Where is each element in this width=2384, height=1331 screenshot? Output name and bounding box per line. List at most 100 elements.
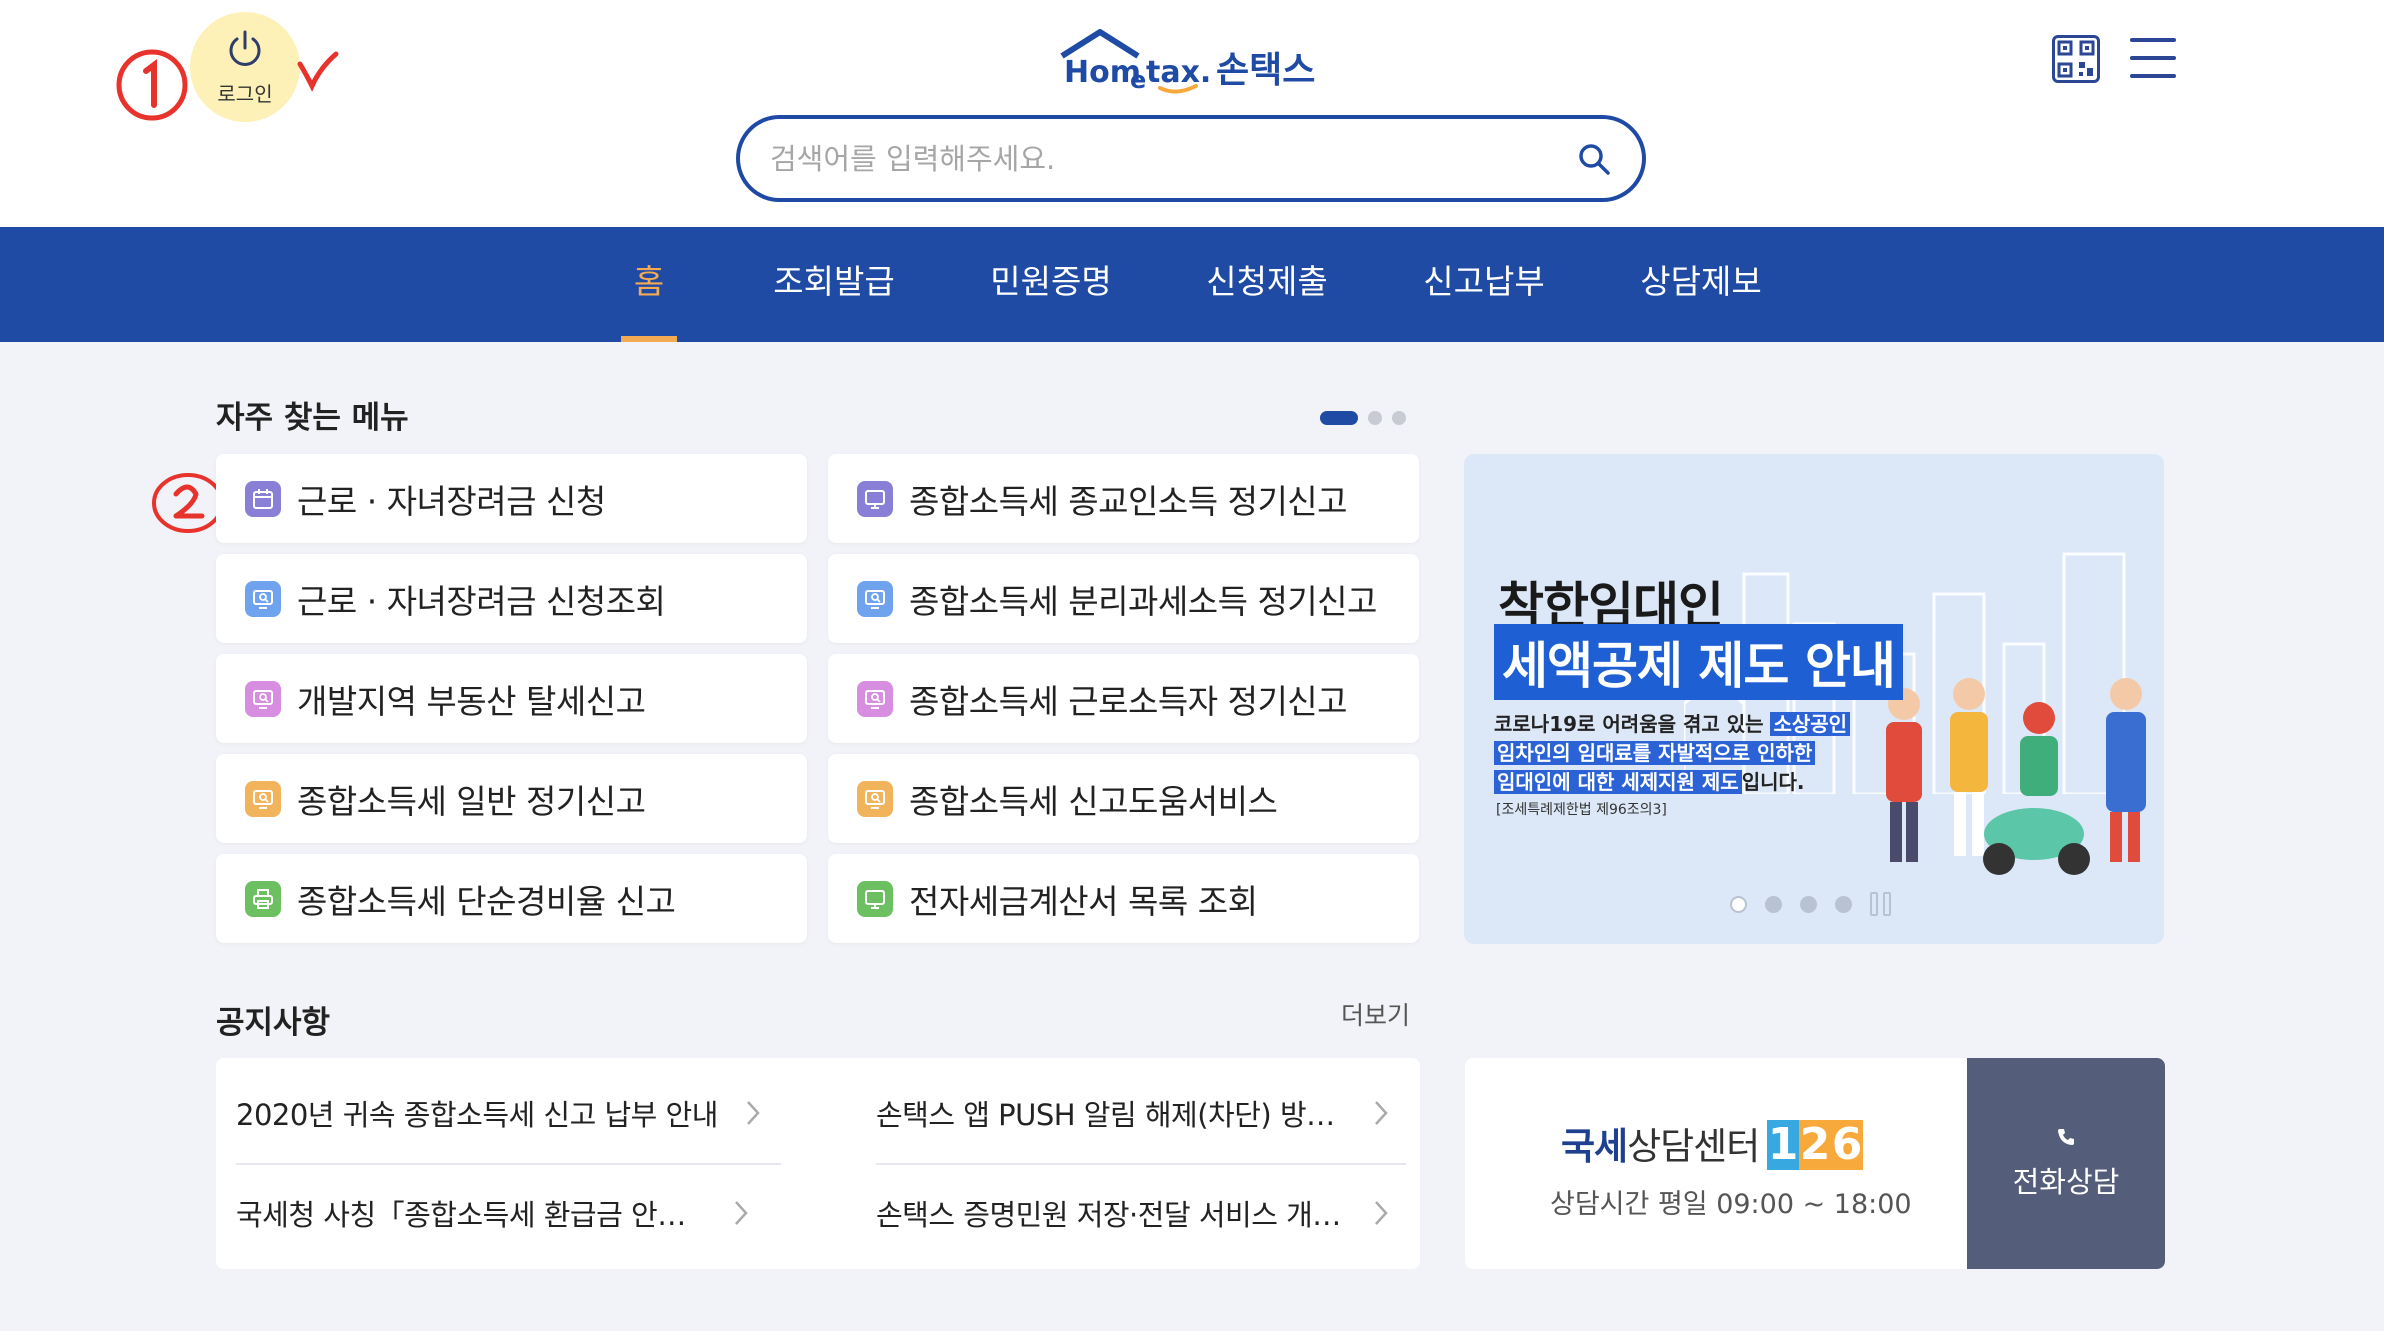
promo-banner[interactable]: 착한임대인 세액공제 제도 안내 코로나19로 어려움을 겪고 있는 소상공인 … bbox=[1464, 454, 2164, 944]
pause-icon[interactable] bbox=[1870, 892, 1891, 916]
consult-title: 국세상담센터 bbox=[1561, 1116, 1760, 1170]
phone-call-label: 전화상담 bbox=[2012, 1164, 2120, 1199]
frequent-menu-title: 자주 찾는 메뉴 bbox=[216, 400, 409, 436]
login-button[interactable]: 로그인 bbox=[190, 12, 300, 122]
menu-card-label: 종합소득세 분리과세소득 정기신고 bbox=[909, 581, 1377, 621]
notice-item[interactable]: 손택스 증명민원 저장·전달 서비스 개시… bbox=[876, 1164, 1406, 1262]
menu-card-label: 개발지역 부동산 탈세신고 bbox=[297, 681, 646, 721]
menu-card-income-tax-simple-expense[interactable]: 종합소득세 단순경비율 신고 bbox=[216, 854, 807, 943]
monitor-search-icon bbox=[857, 680, 893, 717]
consult-title-bold: 국세 bbox=[1561, 1125, 1628, 1168]
notice-item[interactable]: 국세청 사칭「종합소득세 환급금 안내」… bbox=[236, 1164, 766, 1262]
search-bar bbox=[736, 115, 1646, 202]
search-icon[interactable] bbox=[1576, 141, 1612, 177]
consult-hours: 상담시간 평일 09:00 ~ 18:00 bbox=[1550, 1189, 1912, 1220]
notice-item[interactable]: 2020년 귀속 종합소득세 신고 납부 안내 bbox=[236, 1064, 766, 1162]
pager-dot[interactable] bbox=[1368, 411, 1382, 425]
monitor-icon bbox=[857, 880, 893, 917]
menu-line-icon bbox=[2130, 56, 2176, 60]
logo-korean-text: 손택스 bbox=[1216, 50, 1315, 91]
consult-phone-number: 1 2 6 bbox=[1767, 1120, 1863, 1170]
chevron-right-icon bbox=[746, 1101, 760, 1125]
phone-digit: 2 bbox=[1799, 1119, 1831, 1170]
notice-text: 손택스 앱 PUSH 알림 해제(차단) 방법 … bbox=[876, 1098, 1346, 1132]
menu-card-wage-earner[interactable]: 종합소득세 근로소득자 정기신고 bbox=[828, 654, 1419, 743]
menu-card-real-estate-report[interactable]: 개발지역 부동산 탈세신고 bbox=[216, 654, 807, 743]
banner-desc-text: 코로나19로 어려움을 겪고 있는 bbox=[1494, 712, 1771, 736]
monitor-search-icon bbox=[245, 680, 281, 717]
notices-list: 2020년 귀속 종합소득세 신고 납부 안내 손택스 앱 PUSH 알림 해제… bbox=[216, 1058, 1420, 1269]
pager-dot-active[interactable] bbox=[1320, 411, 1358, 425]
hometax-logo[interactable]: Hom e tax. 손택스 bbox=[1056, 26, 1326, 96]
svg-text:e: e bbox=[1130, 66, 1146, 94]
nav-tab-inquiry-issue[interactable]: 조회발급 bbox=[764, 227, 904, 342]
printer-icon bbox=[245, 880, 281, 917]
menu-line-icon bbox=[2130, 74, 2176, 78]
annotation-circle-two bbox=[152, 473, 224, 533]
banner-law-reference: [조세특례제한법 제96조의3] bbox=[1496, 802, 1667, 818]
logo-mark-icon: Hom e tax. 손택스 bbox=[1060, 29, 1315, 94]
menu-card-separate-taxation[interactable]: 종합소득세 분리과세소득 정기신고 bbox=[828, 554, 1419, 643]
annotation-check-one bbox=[297, 51, 339, 92]
phone-digit: 6 bbox=[1831, 1119, 1863, 1170]
svg-text:tax.: tax. bbox=[1146, 55, 1211, 90]
menu-card-label: 종합소득세 근로소득자 정기신고 bbox=[909, 681, 1348, 721]
banner-desc-text: 입니다. bbox=[1741, 770, 1805, 794]
people-illustration bbox=[1886, 678, 2146, 875]
menu-card-label: 종합소득세 종교인소득 정기신고 bbox=[909, 481, 1348, 521]
nav-tab-consultation[interactable]: 상담제보 bbox=[1631, 227, 1771, 342]
menu-card-eitc-apply[interactable]: 근로 · 자녀장려금 신청 bbox=[216, 454, 807, 543]
menu-card-label: 근로 · 자녀장려금 신청조회 bbox=[297, 581, 666, 621]
banner-desc-highlight: 임대인에 대한 세제지원 제도 bbox=[1494, 770, 1742, 794]
main-nav: 홈 조회발급 민원증명 신청제출 신고납부 상담제보 bbox=[0, 227, 2384, 342]
nav-tab-civil-certificate[interactable]: 민원증명 bbox=[981, 227, 1121, 342]
banner-desc-highlight: 소상공인 bbox=[1770, 712, 1851, 736]
header: 로그인 Hom e tax. 손택스 bbox=[0, 0, 2384, 227]
login-label: 로그인 bbox=[217, 81, 273, 106]
chevron-right-icon bbox=[1375, 1101, 1388, 1125]
nav-tab-report-payment[interactable]: 신고납부 bbox=[1414, 227, 1554, 342]
menu-card-eitc-inquiry[interactable]: 근로 · 자녀장려금 신청조회 bbox=[216, 554, 807, 643]
banner-dot[interactable] bbox=[1835, 895, 1852, 913]
notices-title: 공지사항 bbox=[216, 1005, 331, 1041]
menu-card-label: 종합소득세 일반 정기신고 bbox=[297, 781, 646, 821]
search-input[interactable] bbox=[770, 141, 1576, 176]
monitor-search-icon bbox=[245, 580, 281, 617]
phone-call-button[interactable]: 전화상담 bbox=[1967, 1058, 2165, 1269]
monitor-search-icon bbox=[245, 780, 281, 817]
notice-text: 국세청 사칭「종합소득세 환급금 안내」… bbox=[236, 1198, 706, 1232]
frequent-menu-pager bbox=[1320, 411, 1406, 425]
banner-dot[interactable] bbox=[1765, 895, 1782, 913]
menu-card-religious-income[interactable]: 종합소득세 종교인소득 정기신고 bbox=[828, 454, 1419, 543]
monitor-search-icon bbox=[857, 780, 893, 817]
tax-consultation-center: 국세상담센터 1 2 6 상담시간 평일 09:00 ~ 18:00 전화상담 bbox=[1465, 1058, 2165, 1269]
chevron-right-icon bbox=[1375, 1201, 1388, 1225]
qr-code-icon bbox=[2057, 40, 2095, 78]
monitor-search-icon bbox=[857, 580, 893, 617]
power-icon bbox=[229, 30, 261, 66]
notice-item[interactable]: 손택스 앱 PUSH 알림 해제(차단) 방법 … bbox=[876, 1064, 1406, 1162]
pager-dot[interactable] bbox=[1392, 411, 1406, 425]
banner-dot[interactable] bbox=[1800, 895, 1817, 913]
notices-more-link[interactable]: 더보기 bbox=[1341, 996, 1410, 1032]
banner-desc-highlight: 임차인의 임대료를 자발적으로 인하한 bbox=[1494, 741, 1816, 765]
menu-card-filing-help[interactable]: 종합소득세 신고도움서비스 bbox=[828, 754, 1419, 843]
menu-card-label: 근로 · 자녀장려금 신청 bbox=[297, 481, 606, 521]
banner-pager bbox=[1730, 892, 1891, 916]
nav-tab-home[interactable]: 홈 bbox=[620, 227, 678, 342]
calendar-icon bbox=[245, 480, 281, 517]
notice-text: 2020년 귀속 종합소득세 신고 납부 안내 bbox=[236, 1098, 718, 1132]
annotation-circle-one bbox=[116, 49, 188, 121]
nav-tab-application[interactable]: 신청제출 bbox=[1197, 227, 1337, 342]
banner-description: 코로나19로 어려움을 겪고 있는 소상공인 임차인의 임대료를 자발적으로 인… bbox=[1494, 710, 1874, 797]
menu-line-icon bbox=[2130, 38, 2176, 42]
notice-text: 손택스 증명민원 저장·전달 서비스 개시… bbox=[876, 1198, 1346, 1232]
phone-icon bbox=[2058, 1128, 2074, 1145]
monitor-icon bbox=[857, 480, 893, 517]
menu-card-income-tax-general[interactable]: 종합소득세 일반 정기신고 bbox=[216, 754, 807, 843]
qr-code-button[interactable] bbox=[2052, 35, 2100, 83]
banner-dot-active[interactable] bbox=[1730, 895, 1747, 913]
hamburger-menu-button[interactable] bbox=[2130, 38, 2176, 80]
menu-card-e-tax-invoice[interactable]: 전자세금계산서 목록 조회 bbox=[828, 854, 1419, 943]
menu-card-label: 종합소득세 단순경비율 신고 bbox=[297, 881, 676, 921]
